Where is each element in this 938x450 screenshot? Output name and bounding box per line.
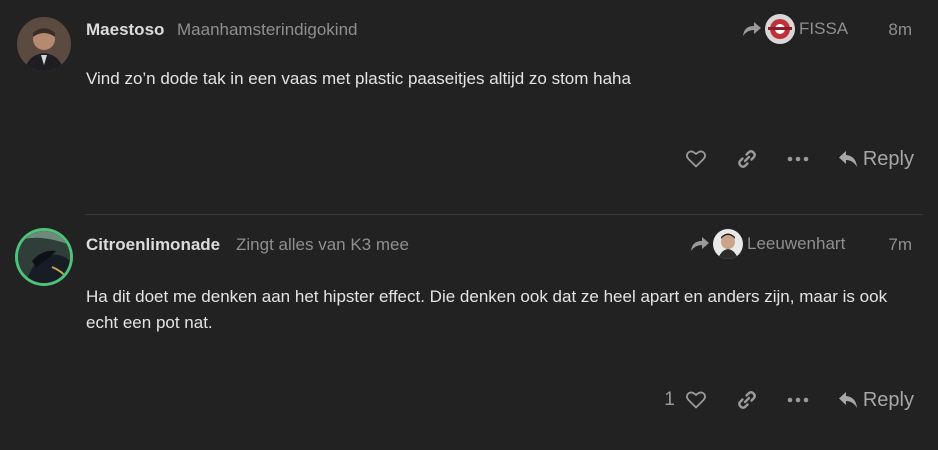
link-icon: [737, 150, 756, 168]
user-title: Maanhamsterindigokind: [177, 20, 358, 39]
post-item: Citroenlimonade Zingt alles van K3 mee L…: [0, 215, 938, 450]
more-options-button[interactable]: [783, 143, 813, 175]
username[interactable]: Citroenlimonade: [86, 235, 220, 255]
reply-to-indicator[interactable]: FISSA: [742, 14, 848, 44]
share-link-button[interactable]: [732, 143, 762, 175]
reply-button[interactable]: Reply: [838, 384, 914, 416]
share-link-button[interactable]: [732, 384, 762, 416]
user-title: Zingt alles van K3 mee: [236, 235, 409, 254]
reply-to-avatar: [713, 229, 743, 259]
reply-label: Reply: [862, 388, 914, 411]
ellipsis-icon: [787, 397, 809, 403]
reply-arrow-icon: [691, 237, 709, 251]
post-actions: 1 Reply: [664, 384, 914, 416]
avatar[interactable]: [17, 17, 71, 71]
post-time[interactable]: 7m: [888, 235, 912, 255]
post-content: Ha dit doet me denken aan het hipster ef…: [86, 287, 888, 332]
post-content: Vind zo’n dode tak in een vaas met plast…: [86, 69, 631, 88]
reply-to-indicator[interactable]: Leeuwenhart: [690, 229, 845, 259]
ellipsis-icon: [787, 156, 809, 162]
post-time[interactable]: 8m: [888, 20, 912, 40]
reply-icon: [838, 151, 857, 167]
reply-button[interactable]: Reply: [838, 143, 914, 175]
like-count[interactable]: 1: [664, 389, 675, 411]
more-options-button[interactable]: [783, 384, 813, 416]
reply-to-username: FISSA: [799, 19, 849, 38]
reply-arrow-icon: [743, 22, 761, 36]
link-icon: [737, 391, 756, 409]
username[interactable]: Maestoso: [86, 20, 164, 40]
reply-to-avatar: [765, 14, 795, 44]
avatar[interactable]: [18, 231, 70, 283]
reply-to-username: Leeuwenhart: [747, 234, 846, 253]
reply-icon: [838, 392, 857, 408]
heart-icon: [685, 391, 706, 409]
post-actions: Reply: [675, 143, 914, 175]
heart-icon: [685, 150, 706, 168]
reply-label: Reply: [862, 147, 914, 170]
like-button[interactable]: [681, 143, 711, 175]
post-item: Maestoso Maanhamsterindigokind FISSA 8m …: [0, 0, 938, 214]
like-button[interactable]: [681, 384, 711, 416]
